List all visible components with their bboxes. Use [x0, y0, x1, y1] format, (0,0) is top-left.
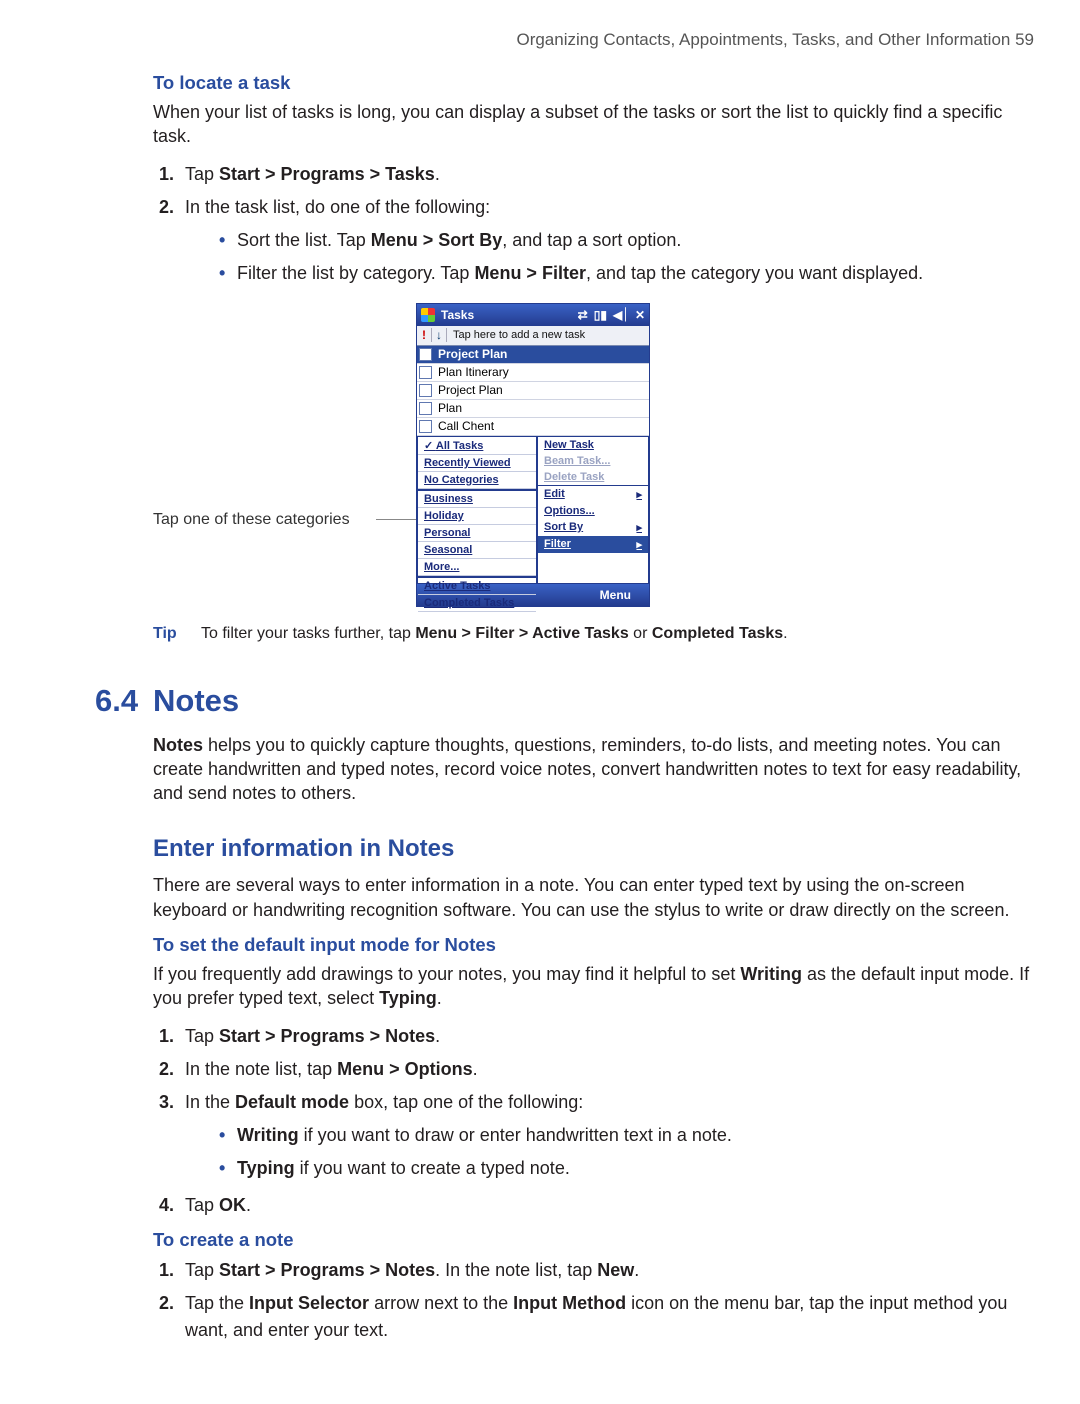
windows-icon	[421, 308, 435, 322]
filter-item-business: Business	[418, 489, 536, 508]
filter-item-active: Active Tasks	[418, 576, 536, 595]
main-menu: New Task Beam Task... Delete Task Edit▸ …	[537, 436, 649, 584]
task-row: Project Plan	[417, 382, 649, 400]
menu-softkey: Menu	[600, 588, 631, 602]
chevron-right-icon: ▸	[636, 521, 642, 534]
tasks-screenshot-figure: Tap one of these categories Tasks ⇄ ▯▮ ◀…	[153, 303, 1034, 607]
filter-item-personal: Personal	[418, 525, 536, 542]
setmode-step-2: In the note list, tap Menu > Options.	[179, 1056, 1034, 1083]
callout-leader-line	[376, 519, 416, 520]
setmode-intro: If you frequently add drawings to your n…	[153, 962, 1034, 1011]
menu-delete: Delete Task	[538, 469, 648, 485]
device-titlebar: Tasks ⇄ ▯▮ ◀׀ ✕	[417, 304, 649, 326]
locate-bullet-filter: Filter the list by category. Tap Menu > …	[219, 260, 1034, 287]
locate-intro: When your list of tasks is long, you can…	[153, 100, 1034, 149]
heading-enter-info: Enter information in Notes	[153, 835, 1034, 863]
menu-new-task: New Task	[538, 437, 648, 453]
setmode-bullet-writing: Writing if you want to draw or enter han…	[219, 1122, 1034, 1149]
section-number: 6.4	[95, 683, 153, 719]
heading-set-default-mode: To set the default input mode for Notes	[153, 934, 1034, 956]
setmode-step-3: In the Default mode box, tap one of the …	[179, 1089, 1034, 1182]
section-title: Notes	[153, 683, 239, 719]
setmode-step-4: Tap OK.	[179, 1192, 1034, 1219]
checkbox-icon	[419, 348, 432, 361]
sort-arrow-icon: ↓	[432, 328, 447, 342]
device-frame: Tasks ⇄ ▯▮ ◀׀ ✕ ! ↓ Tap here to add a ne…	[416, 303, 650, 607]
notes-intro: Notes helps you to quickly capture thoug…	[153, 733, 1034, 806]
task-row: Plan Itinerary	[417, 364, 649, 382]
new-task-placeholder: Tap here to add a new task	[447, 329, 585, 341]
menu-edit: Edit▸	[538, 485, 648, 503]
device-title: Tasks	[441, 308, 474, 322]
heading-create-note: To create a note	[153, 1229, 1034, 1251]
filter-item-seasonal: Seasonal	[418, 542, 536, 559]
locate-step-1: Tap Start > Programs > Tasks.	[179, 161, 1034, 188]
filter-item-recent: Recently Viewed	[418, 455, 536, 472]
section-header: 6.4 Notes	[95, 683, 1034, 719]
filter-menu: All Tasks Recently Viewed No Categories …	[417, 436, 537, 584]
enter-info-body: There are several ways to enter informat…	[153, 873, 1034, 922]
filter-item-more: More...	[418, 559, 536, 576]
signal-icon: ▯▮	[594, 308, 607, 322]
filter-item-all: All Tasks	[418, 437, 536, 455]
status-icons: ⇄ ▯▮ ◀׀ ✕	[578, 308, 645, 322]
heading-locate-task: To locate a task	[153, 72, 1034, 94]
task-row: Plan	[417, 400, 649, 418]
setmode-step-1: Tap Start > Programs > Notes.	[179, 1023, 1034, 1050]
filter-item-holiday: Holiday	[418, 508, 536, 525]
priority-icon: !	[417, 328, 432, 342]
filter-item-nocat: No Categories	[418, 472, 536, 489]
task-row: Call Chent	[417, 418, 649, 436]
filter-item-completed: Completed Tasks	[418, 595, 536, 612]
menu-options: Options...	[538, 503, 648, 519]
create-step-1: Tap Start > Programs > Notes. In the not…	[179, 1257, 1034, 1284]
locate-steps: Tap Start > Programs > Tasks. In the tas…	[179, 161, 1034, 287]
new-task-input-row: ! ↓ Tap here to add a new task	[417, 326, 649, 346]
menu-beam: Beam Task...	[538, 453, 648, 469]
locate-bullet-sort: Sort the list. Tap Menu > Sort By, and t…	[219, 227, 1034, 254]
figure-callout: Tap one of these categories	[153, 511, 376, 529]
sync-icon: ⇄	[578, 308, 588, 322]
locate-step-2: In the task list, do one of the followin…	[179, 194, 1034, 287]
tip-row: Tip To filter your tasks further, tap Me…	[153, 625, 1034, 643]
setmode-bullet-typing: Typing if you want to create a typed not…	[219, 1155, 1034, 1182]
speaker-icon: ◀׀	[613, 308, 629, 322]
close-icon: ✕	[635, 308, 645, 322]
chevron-right-icon: ▸	[636, 538, 642, 551]
tip-label: Tip	[153, 625, 201, 643]
running-header: Organizing Contacts, Appointments, Tasks…	[95, 30, 1034, 50]
tip-text: To filter your tasks further, tap Menu >…	[201, 625, 788, 643]
create-step-2: Tap the Input Selector arrow next to the…	[179, 1290, 1034, 1344]
create-steps: Tap Start > Programs > Notes. In the not…	[179, 1257, 1034, 1344]
task-row: Project Plan	[417, 346, 649, 364]
setmode-steps: Tap Start > Programs > Notes. In the not…	[179, 1023, 1034, 1219]
chevron-right-icon: ▸	[636, 488, 642, 501]
menu-sortby: Sort By▸	[538, 519, 648, 536]
menu-filter: Filter▸	[538, 536, 648, 553]
